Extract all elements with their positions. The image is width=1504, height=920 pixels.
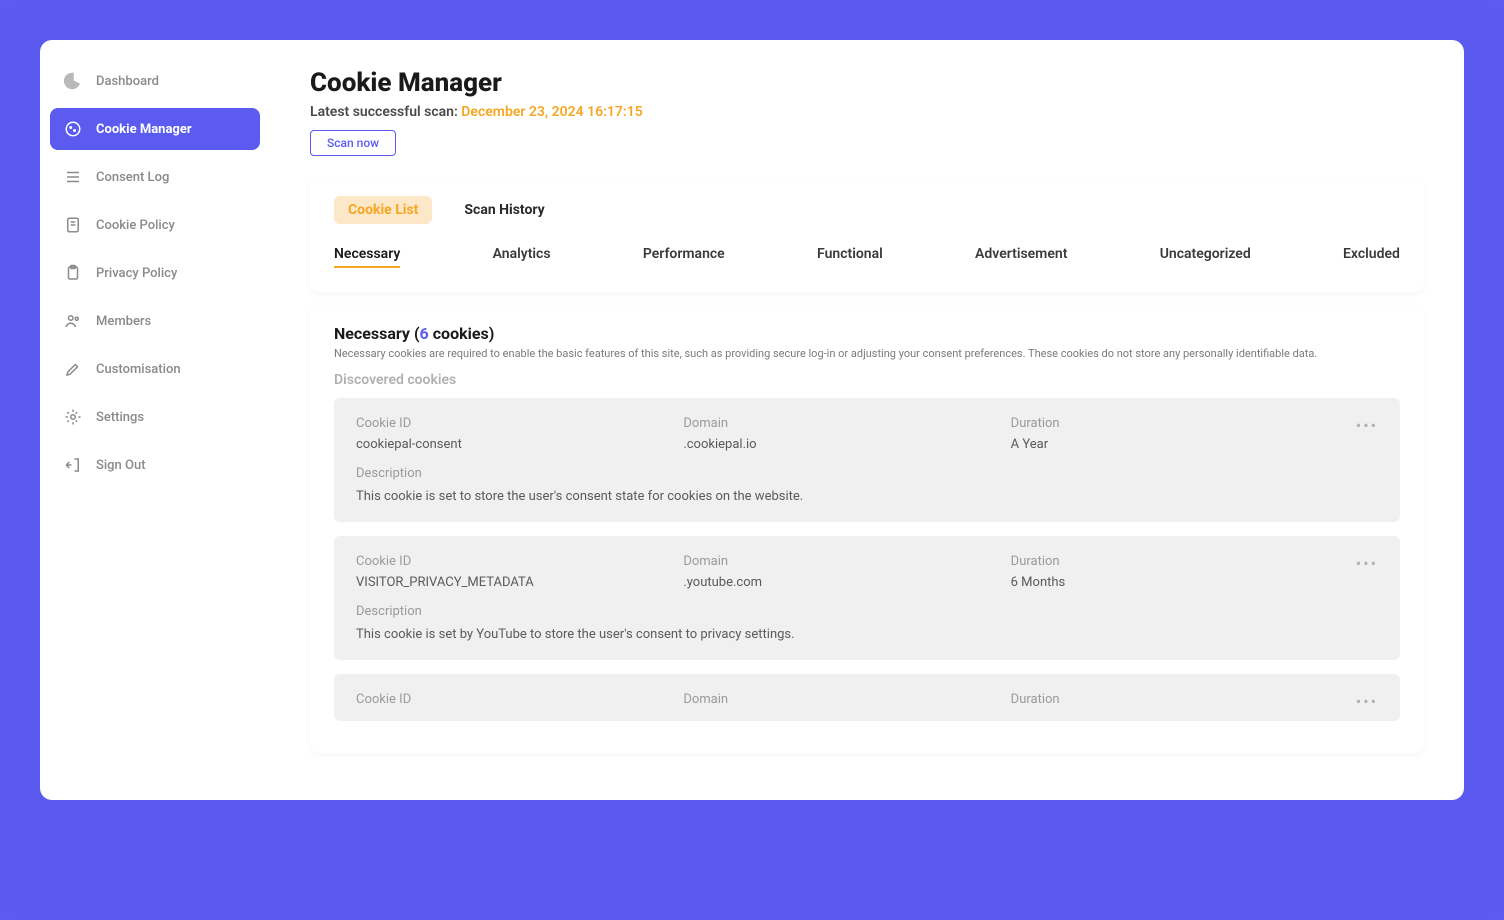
- sidebar-item-label: Consent Log: [96, 170, 169, 185]
- tab-necessary[interactable]: Necessary: [334, 242, 400, 268]
- sidebar-item-members[interactable]: Members: [50, 300, 260, 342]
- list-icon: [64, 168, 82, 186]
- sidebar-item-sign-out[interactable]: Sign Out: [50, 444, 260, 486]
- sidebar-item-label: Settings: [96, 410, 144, 425]
- sidebar-item-label: Cookie Policy: [96, 218, 175, 233]
- cookie-domain-label: Domain: [683, 692, 1000, 707]
- sidebar-item-consent-log[interactable]: Consent Log: [50, 156, 260, 198]
- clipboard-icon: [64, 264, 82, 282]
- sidebar: Dashboard Cookie Manager Consent Log Coo…: [40, 40, 270, 800]
- cookie-domain-label: Domain: [683, 554, 1000, 569]
- cookie-duration-label: Duration: [1011, 554, 1328, 569]
- sidebar-item-label: Cookie Manager: [96, 122, 192, 137]
- document-icon: [64, 216, 82, 234]
- cookie-id-label: Cookie ID: [356, 554, 673, 569]
- more-options-icon[interactable]: •••: [1338, 692, 1378, 713]
- sidebar-item-label: Privacy Policy: [96, 266, 177, 281]
- cookie-description-label: Description: [356, 604, 1378, 619]
- cookie-card: Cookie ID VISITOR_PRIVACY_METADATA Domai…: [334, 536, 1400, 660]
- discovered-label: Discovered cookies: [334, 372, 1400, 388]
- cookie-id-value: cookiepal-consent: [356, 437, 673, 452]
- cookie-duration-label: Duration: [1011, 692, 1328, 707]
- sidebar-item-privacy-policy[interactable]: Privacy Policy: [50, 252, 260, 294]
- cookie-description-label: Description: [356, 466, 1378, 481]
- section-title: Necessary (6 cookies): [334, 324, 1400, 343]
- cookie-icon: [64, 120, 82, 138]
- cookie-domain-value: .cookiepal.io: [683, 437, 1000, 452]
- cookie-duration-value: A Year: [1011, 437, 1328, 452]
- page-title: Cookie Manager: [310, 68, 1424, 98]
- cookie-duration-value: 6 Months: [1011, 575, 1328, 590]
- sidebar-item-label: Dashboard: [96, 74, 159, 89]
- cookie-domain-label: Domain: [683, 416, 1000, 431]
- app-container: Dashboard Cookie Manager Consent Log Coo…: [40, 40, 1464, 800]
- scan-time: December 23, 2024 16:17:15: [461, 104, 642, 120]
- cookie-id-label: Cookie ID: [356, 416, 673, 431]
- pie-chart-icon: [64, 72, 82, 90]
- sidebar-item-customisation[interactable]: Customisation: [50, 348, 260, 390]
- tabs-card: Cookie List Scan History Necessary Analy…: [310, 180, 1424, 292]
- main-content: Cookie Manager Latest successful scan: D…: [270, 40, 1464, 800]
- sidebar-item-label: Sign Out: [96, 458, 146, 473]
- tab-analytics[interactable]: Analytics: [493, 242, 551, 268]
- category-tabs: Necessary Analytics Performance Function…: [334, 242, 1400, 268]
- section-description: Necessary cookies are required to enable…: [334, 347, 1400, 360]
- cookie-card: Cookie ID Domain Duration •••: [334, 674, 1400, 721]
- sidebar-item-settings[interactable]: Settings: [50, 396, 260, 438]
- sign-out-icon: [64, 456, 82, 474]
- more-options-icon[interactable]: •••: [1338, 554, 1378, 590]
- scan-info: Latest successful scan: December 23, 202…: [310, 104, 1424, 120]
- cookie-card: Cookie ID cookiepal-consent Domain .cook…: [334, 398, 1400, 522]
- cookie-domain-value: .youtube.com: [683, 575, 1000, 590]
- cookies-section: Necessary (6 cookies) Necessary cookies …: [310, 306, 1424, 753]
- sidebar-item-cookie-manager[interactable]: Cookie Manager: [50, 108, 260, 150]
- scan-now-button[interactable]: Scan now: [310, 130, 396, 156]
- sidebar-item-dashboard[interactable]: Dashboard: [50, 60, 260, 102]
- scan-label: Latest successful scan:: [310, 104, 461, 120]
- tab-functional[interactable]: Functional: [817, 242, 883, 268]
- pencil-icon: [64, 360, 82, 378]
- sidebar-item-label: Customisation: [96, 362, 181, 377]
- users-icon: [64, 312, 82, 330]
- cookie-id-value: VISITOR_PRIVACY_METADATA: [356, 575, 673, 590]
- tab-performance[interactable]: Performance: [643, 242, 725, 268]
- cookie-id-label: Cookie ID: [356, 692, 673, 707]
- more-options-icon[interactable]: •••: [1338, 416, 1378, 452]
- tab-excluded[interactable]: Excluded: [1343, 242, 1400, 268]
- cookie-count: 6: [420, 324, 429, 343]
- cookie-duration-label: Duration: [1011, 416, 1328, 431]
- tab-uncategorized[interactable]: Uncategorized: [1160, 242, 1251, 268]
- sidebar-item-label: Members: [96, 314, 151, 329]
- gear-icon: [64, 408, 82, 426]
- top-tabs: Cookie List Scan History: [334, 196, 1400, 224]
- tab-advertisement[interactable]: Advertisement: [975, 242, 1067, 268]
- tab-cookie-list[interactable]: Cookie List: [334, 196, 432, 224]
- sidebar-item-cookie-policy[interactable]: Cookie Policy: [50, 204, 260, 246]
- cookie-description-value: This cookie is set to store the user's c…: [356, 489, 1378, 504]
- tab-scan-history[interactable]: Scan History: [450, 196, 558, 224]
- cookie-description-value: This cookie is set by YouTube to store t…: [356, 627, 1378, 642]
